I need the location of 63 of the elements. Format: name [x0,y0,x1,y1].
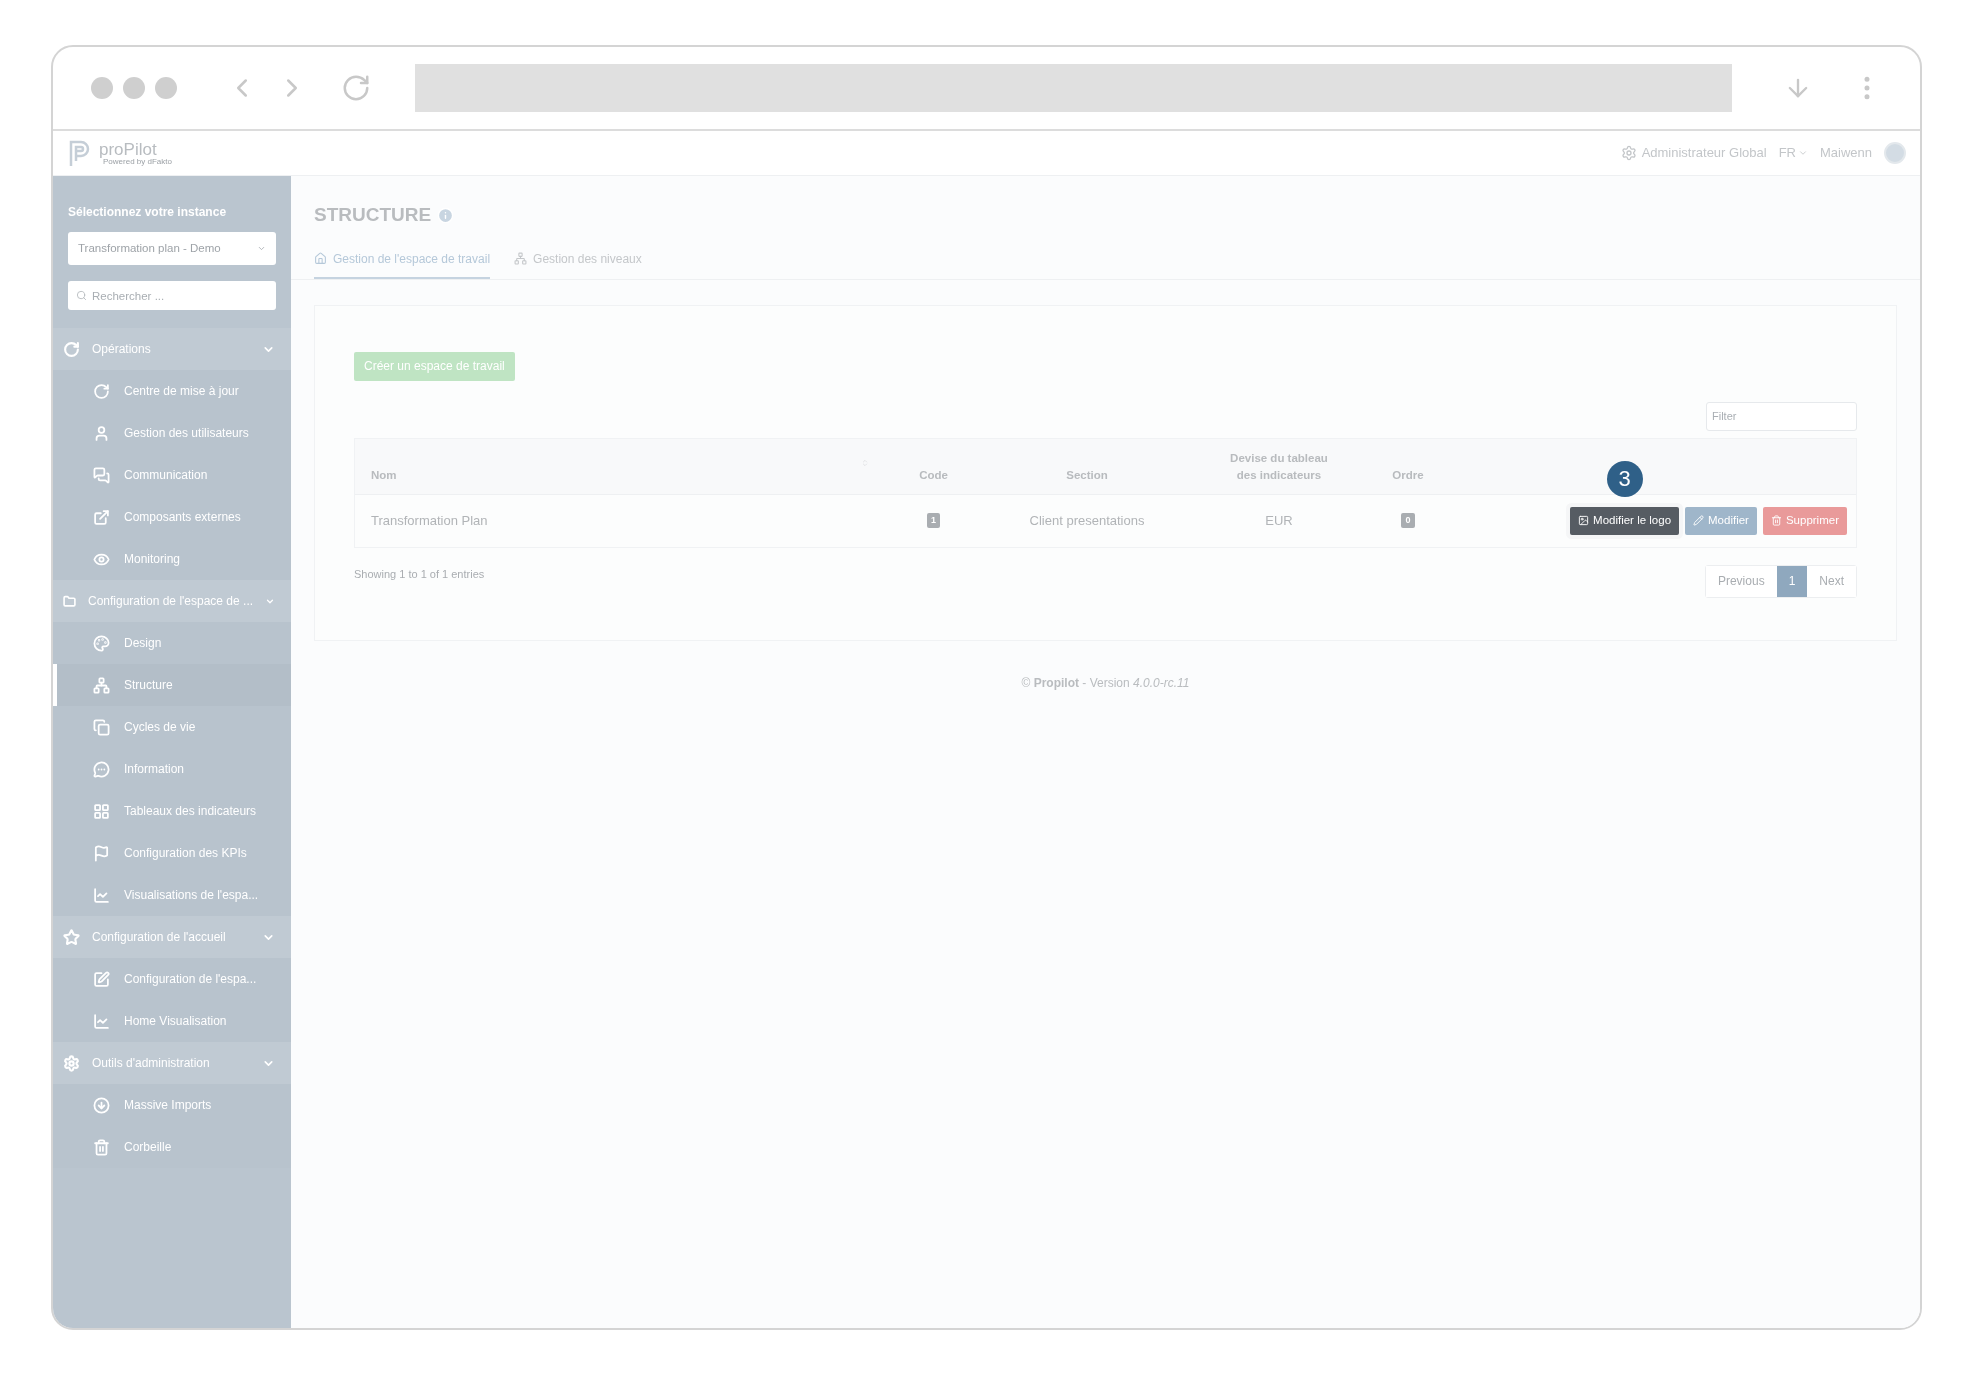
count-badge: 0 [1401,513,1415,528]
info-icon[interactable] [437,206,455,224]
delete-button[interactable]: Supprimer [1762,506,1847,535]
settings-icon [1620,145,1637,161]
pencil-icon [1693,515,1705,526]
instance-select[interactable]: Transformation plan - Demo [68,232,276,265]
column-header[interactable]: Section [1066,467,1108,485]
user-icon [93,424,110,442]
sidebar-section-header[interactable]: Outils d'administration [53,1042,291,1084]
language-dropdown[interactable]: FR [1778,143,1808,163]
reload-icon[interactable] [341,73,371,103]
logo-tagline: Powered by dFakto [103,157,172,166]
address-bar[interactable] [415,64,1732,112]
home-icon [314,252,327,265]
search-field[interactable]: Rechercher ... [68,281,276,310]
hierarchy-icon [93,676,110,694]
table-cell-text: Transformation Plan [371,511,488,530]
entries-info: Showing 1 to 1 of 1 entries [354,566,485,582]
instance-label: Sélectionnez votre instance [68,204,228,221]
hierarchy-icon [514,252,528,265]
line-chart-icon [93,1012,110,1030]
search-icon [76,290,87,301]
user-name[interactable]: Maiwenn [1819,143,1872,163]
trash-icon [93,1138,110,1156]
footer-text: © Propilot - Version 4.0.0-rc.11 [1021,674,1190,692]
settings-icon [63,1054,80,1072]
share-icon [93,508,110,526]
caret-icon [257,244,266,253]
speech-bubble-icon [93,760,110,778]
reload-icon [93,382,110,400]
table-cell-text: EUR [1265,511,1293,530]
avatar[interactable] [1884,142,1906,164]
table-cell-text: Client presentations [1029,511,1145,530]
sidebar-section-header[interactable]: Configuration de l'espace de ... [53,580,291,622]
tab[interactable]: Gestion de l'espace de travail [314,249,491,279]
filter-field[interactable]: Filter [1706,401,1857,431]
flag-icon [93,844,110,862]
column-header[interactable]: Devise du tableau des indicateurs [1224,450,1334,485]
chat-icon [93,466,110,484]
column-header[interactable]: Ordre [1392,467,1424,485]
logo-text: proPilot [99,140,158,158]
page-title: STRUCTURE [314,203,432,227]
palette-icon [93,634,110,652]
sidebar-section-header[interactable]: Configuration de l'accueil [53,916,291,958]
star-icon [63,928,80,946]
create-workspace-button[interactable]: Créer un espace de travail [354,351,515,381]
edit-button[interactable]: Modifier [1685,506,1757,535]
column-header[interactable]: Nom [371,467,397,485]
sidebar-item[interactable]: Structure [53,664,291,706]
copy-icon [93,718,110,736]
count-badge: 1 [927,513,940,528]
line-chart-icon [93,886,110,904]
role-link[interactable]: Administrateur Global [1641,143,1767,163]
reload-icon [63,340,80,358]
column-header[interactable]: Code [919,467,948,485]
image-icon [1578,515,1590,526]
trash-icon [1770,515,1782,526]
download-icon [93,1096,110,1114]
table-icon [93,802,110,820]
sidebar-section-header[interactable]: Opérations [53,328,291,370]
pagination-button[interactable]: 1 [1776,565,1808,597]
caret-icon [1797,148,1808,158]
edit-icon [93,970,110,988]
